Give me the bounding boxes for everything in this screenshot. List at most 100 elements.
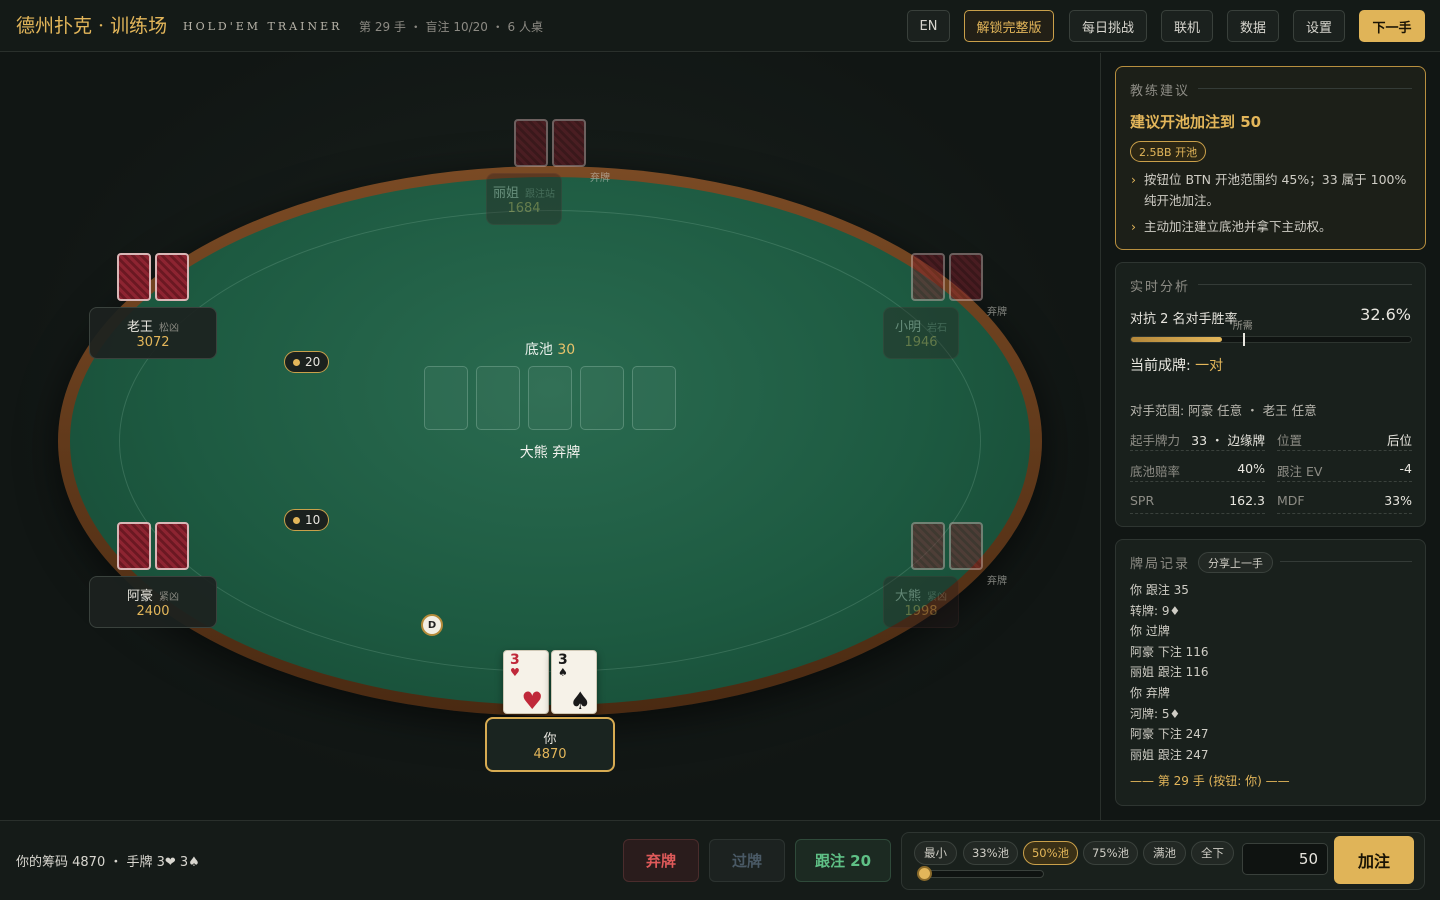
- stat-item: SPR 162.3: [1130, 490, 1265, 514]
- log-entry: 你 过牌: [1130, 624, 1170, 639]
- stat-item: 跟注 EV -4: [1277, 458, 1412, 482]
- bet-amount: 20: [305, 355, 321, 369]
- hero-card-1: 3 ♥ ♥: [503, 650, 549, 714]
- player-name: 小明: [894, 320, 921, 335]
- coach-point: 按钮位 BTN 开池范围约 45%；33 属于 100% 纯开池加注。: [1130, 169, 1414, 211]
- log-entry: 丽姐 跟注 116: [1130, 665, 1209, 680]
- player-style: 岩石: [927, 323, 947, 334]
- seat-laowang[interactable]: 老王 松凶 3072: [89, 307, 217, 359]
- card-back: [949, 253, 983, 301]
- seat-daxiong[interactable]: 大熊 紧凶 1998: [883, 576, 959, 628]
- share-last-hand-button[interactable]: 分享上一手: [1198, 552, 1273, 573]
- log-entry: 阿豪 下注 247: [1130, 727, 1209, 742]
- divider: [1280, 561, 1412, 562]
- analysis-title: 实时分析: [1130, 280, 1191, 295]
- equity-fill: [1131, 337, 1223, 342]
- preset-75-button[interactable]: 75%池: [1083, 841, 1138, 865]
- analysis-panel: 实时分析 对抗 2 名对手胜率 32.6% 所需 当前成牌: 一对 对手范围: …: [1115, 262, 1426, 527]
- log-entry: 阿豪 下注 116: [1130, 644, 1209, 659]
- player-stack: 4870: [533, 747, 567, 762]
- card-back: [117, 522, 151, 570]
- stat-value: 后位: [1386, 433, 1412, 448]
- coach-point: 主动加注建立底池并拿下主动权。: [1130, 216, 1414, 237]
- slider-knob[interactable]: [917, 866, 932, 881]
- hero-card-2: 3 ♠ ♠: [551, 650, 597, 714]
- player-style: 跟注站: [525, 189, 555, 200]
- card-back: [155, 522, 189, 570]
- board-slot-1: [424, 366, 468, 430]
- raise-button[interactable]: 加注: [1334, 836, 1414, 884]
- preset-pot-button[interactable]: 满池: [1143, 841, 1186, 865]
- fold-button[interactable]: 弃牌: [623, 839, 699, 882]
- stat-value: -4: [1399, 461, 1412, 476]
- action-bar: 你的筹码 4870 ・ 手牌 3❤ 3♠ 弃牌 过牌 跟注 20 最小 33%池…: [0, 820, 1440, 900]
- coach-headline: 建议开池加注到 50: [1130, 113, 1262, 131]
- online-button[interactable]: 联机: [1161, 10, 1213, 42]
- spade-icon: ♠: [569, 687, 591, 715]
- card-back: [949, 522, 983, 570]
- check-button[interactable]: 过牌: [709, 839, 785, 882]
- divider: [1100, 53, 1101, 820]
- daily-challenge-button[interactable]: 每日挑战: [1069, 10, 1147, 42]
- language-button[interactable]: EN: [907, 10, 950, 42]
- player-style: 紧凶: [927, 592, 947, 603]
- player-stack: 1684: [507, 201, 541, 216]
- seat-you: 你 4870: [485, 717, 615, 772]
- player-style: 松凶: [159, 323, 179, 334]
- stat-key: SPR: [1130, 493, 1155, 508]
- call-button[interactable]: 跟注 20: [795, 839, 891, 882]
- coach-title: 教练建议: [1130, 84, 1191, 99]
- settings-button[interactable]: 设置: [1293, 10, 1345, 42]
- hand-info: 第 29 手 ・ 盲注 10/20 ・ 6 人桌: [359, 20, 544, 34]
- player-style: 紧凶: [159, 592, 179, 603]
- log-entry: 丽姐 跟注 247: [1130, 747, 1209, 762]
- card-back: [911, 253, 945, 301]
- player-stack: 1998: [904, 604, 938, 619]
- log-entry: 转牌: 9♦: [1130, 603, 1181, 618]
- player-name: 老王: [126, 320, 153, 335]
- player-stack: 3072: [136, 335, 170, 350]
- history-panel: 牌局记录 分享上一手 你 跟注 35 转牌: 9♦ 你 过牌 阿豪 下注 116…: [1115, 539, 1426, 806]
- board-slot-5: [632, 366, 676, 430]
- preset-33-button[interactable]: 33%池: [963, 841, 1018, 865]
- board-slot-3: [528, 366, 572, 430]
- opponent-range: 对手范围: 阿豪 任意 ・ 老王 任意: [1130, 403, 1317, 418]
- hand-separator: —— 第 29 手 (按钮: 你) ——: [1130, 774, 1290, 788]
- card-back: [911, 522, 945, 570]
- preset-50-button[interactable]: 50%池: [1023, 841, 1078, 865]
- stat-value: 40%: [1237, 461, 1265, 476]
- stat-item: 位置 后位: [1277, 427, 1412, 451]
- preset-min-button[interactable]: 最小: [914, 841, 957, 865]
- preset-allin-button[interactable]: 全下: [1191, 841, 1234, 865]
- board-slot-4: [580, 366, 624, 430]
- my-stack-info: 你的筹码 4870 ・ 手牌 3❤ 3♠: [16, 855, 200, 870]
- stat-key: 跟注 EV: [1277, 464, 1323, 479]
- stat-value: 33 ・ 边缘牌: [1191, 433, 1265, 448]
- next-hand-button[interactable]: 下一手: [1359, 10, 1425, 42]
- history-log: 你 跟注 35 转牌: 9♦ 你 过牌 阿豪 下注 116 丽姐 跟注 116 …: [1130, 580, 1414, 765]
- made-hand: 当前成牌: 一对: [1130, 355, 1223, 375]
- seat-ahao[interactable]: 阿豪 紧凶 2400: [89, 576, 217, 628]
- bet-chip-laowang: 20: [284, 351, 330, 373]
- dealer-button: D: [421, 614, 443, 636]
- felt-line: [119, 210, 981, 672]
- unlock-full-button[interactable]: 解锁完整版: [964, 10, 1054, 42]
- card-rank: 3: [510, 652, 520, 668]
- stat-item: 底池赔率 40%: [1130, 458, 1265, 482]
- stat-value: 162.3: [1229, 493, 1265, 508]
- raise-slider[interactable]: [917, 866, 1044, 881]
- stat-value: 33%: [1384, 493, 1412, 508]
- raise-amount-input[interactable]: 50: [1242, 843, 1328, 875]
- seat-lijie[interactable]: 丽姐 跟注站 1684: [486, 173, 562, 225]
- stats-button[interactable]: 数据: [1227, 10, 1279, 42]
- seat-xiaoming[interactable]: 小明 岩石 1946: [883, 307, 959, 359]
- community-board: [424, 366, 676, 430]
- divider: [1198, 88, 1412, 89]
- player-stack: 2400: [136, 604, 170, 619]
- stat-item: MDF 33%: [1277, 490, 1412, 514]
- card-back: [552, 119, 586, 167]
- heart-icon: ♥: [521, 687, 543, 715]
- bet-chip-ahao: 10: [284, 509, 330, 531]
- raise-controls: 最小 33%池 50%池 75%池 满池 全下 50 加注: [901, 832, 1425, 890]
- history-title: 牌局记录: [1130, 557, 1191, 572]
